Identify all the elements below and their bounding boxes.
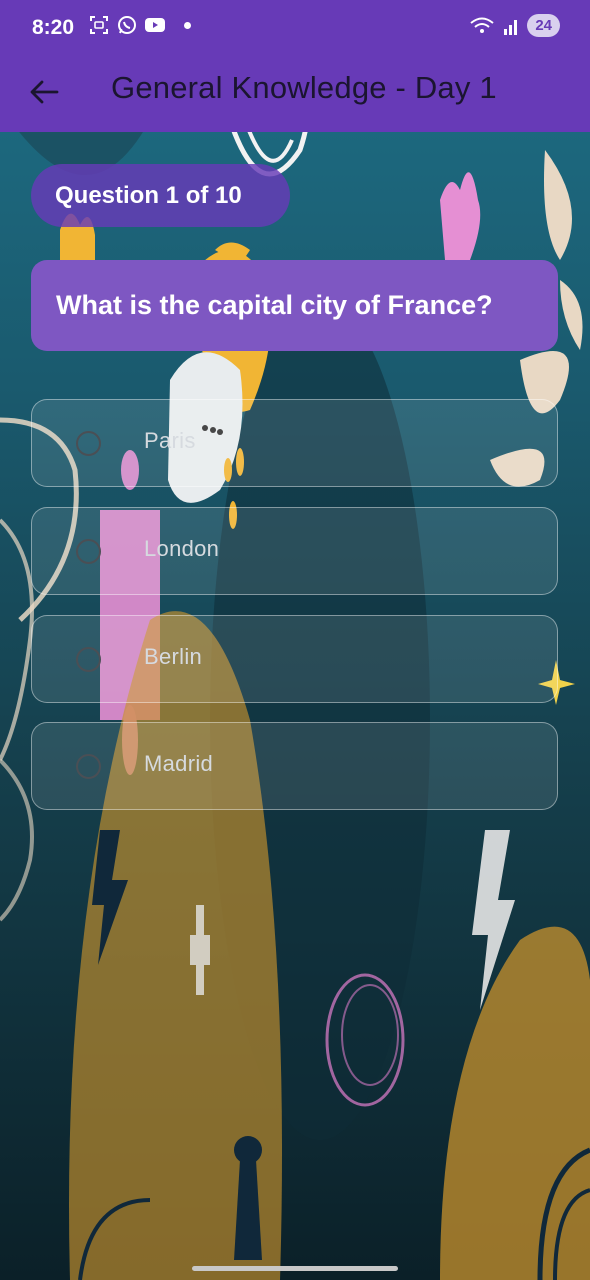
status-icons-left	[88, 14, 191, 36]
answer-option-label: Madrid	[144, 751, 214, 776]
signal-icon	[504, 19, 518, 35]
radio-button[interactable]	[76, 431, 101, 456]
battery-icon: 24	[527, 14, 560, 37]
question-card: What is the capital city of France?	[31, 260, 558, 351]
status-time: 8:20	[32, 16, 75, 39]
answer-option-paris[interactable]: Paris	[31, 399, 558, 487]
notification-dot	[184, 21, 191, 29]
page-title: General Knowledge - Day 1	[111, 70, 497, 105]
radio-button[interactable]	[76, 754, 101, 779]
gesture-nav-bar[interactable]	[192, 1266, 398, 1271]
wifi-icon	[470, 17, 494, 33]
app-bar: 8:20 24 General Knowledge - Day 1	[0, 0, 590, 132]
radio-button[interactable]	[76, 647, 101, 672]
question-text: What is the capital city of France?	[56, 290, 493, 320]
status-icons-right: 24	[469, 14, 560, 37]
answer-option-berlin[interactable]: Berlin	[31, 615, 558, 703]
answer-option-label: Berlin	[144, 644, 203, 669]
whatsapp-icon	[118, 16, 136, 34]
answer-option-london[interactable]: London	[31, 507, 558, 595]
question-counter-badge: Question 1 of 10	[31, 164, 290, 227]
question-counter-label: Question 1 of 10	[55, 181, 242, 209]
answer-option-madrid[interactable]: Madrid	[31, 722, 558, 810]
radio-button[interactable]	[76, 539, 101, 564]
back-button[interactable]	[24, 72, 64, 112]
youtube-icon	[145, 18, 165, 32]
screenshot-icon	[90, 16, 108, 34]
answer-option-label: Paris	[144, 428, 196, 453]
answer-option-label: London	[144, 536, 220, 561]
arrow-left-icon	[30, 80, 59, 104]
